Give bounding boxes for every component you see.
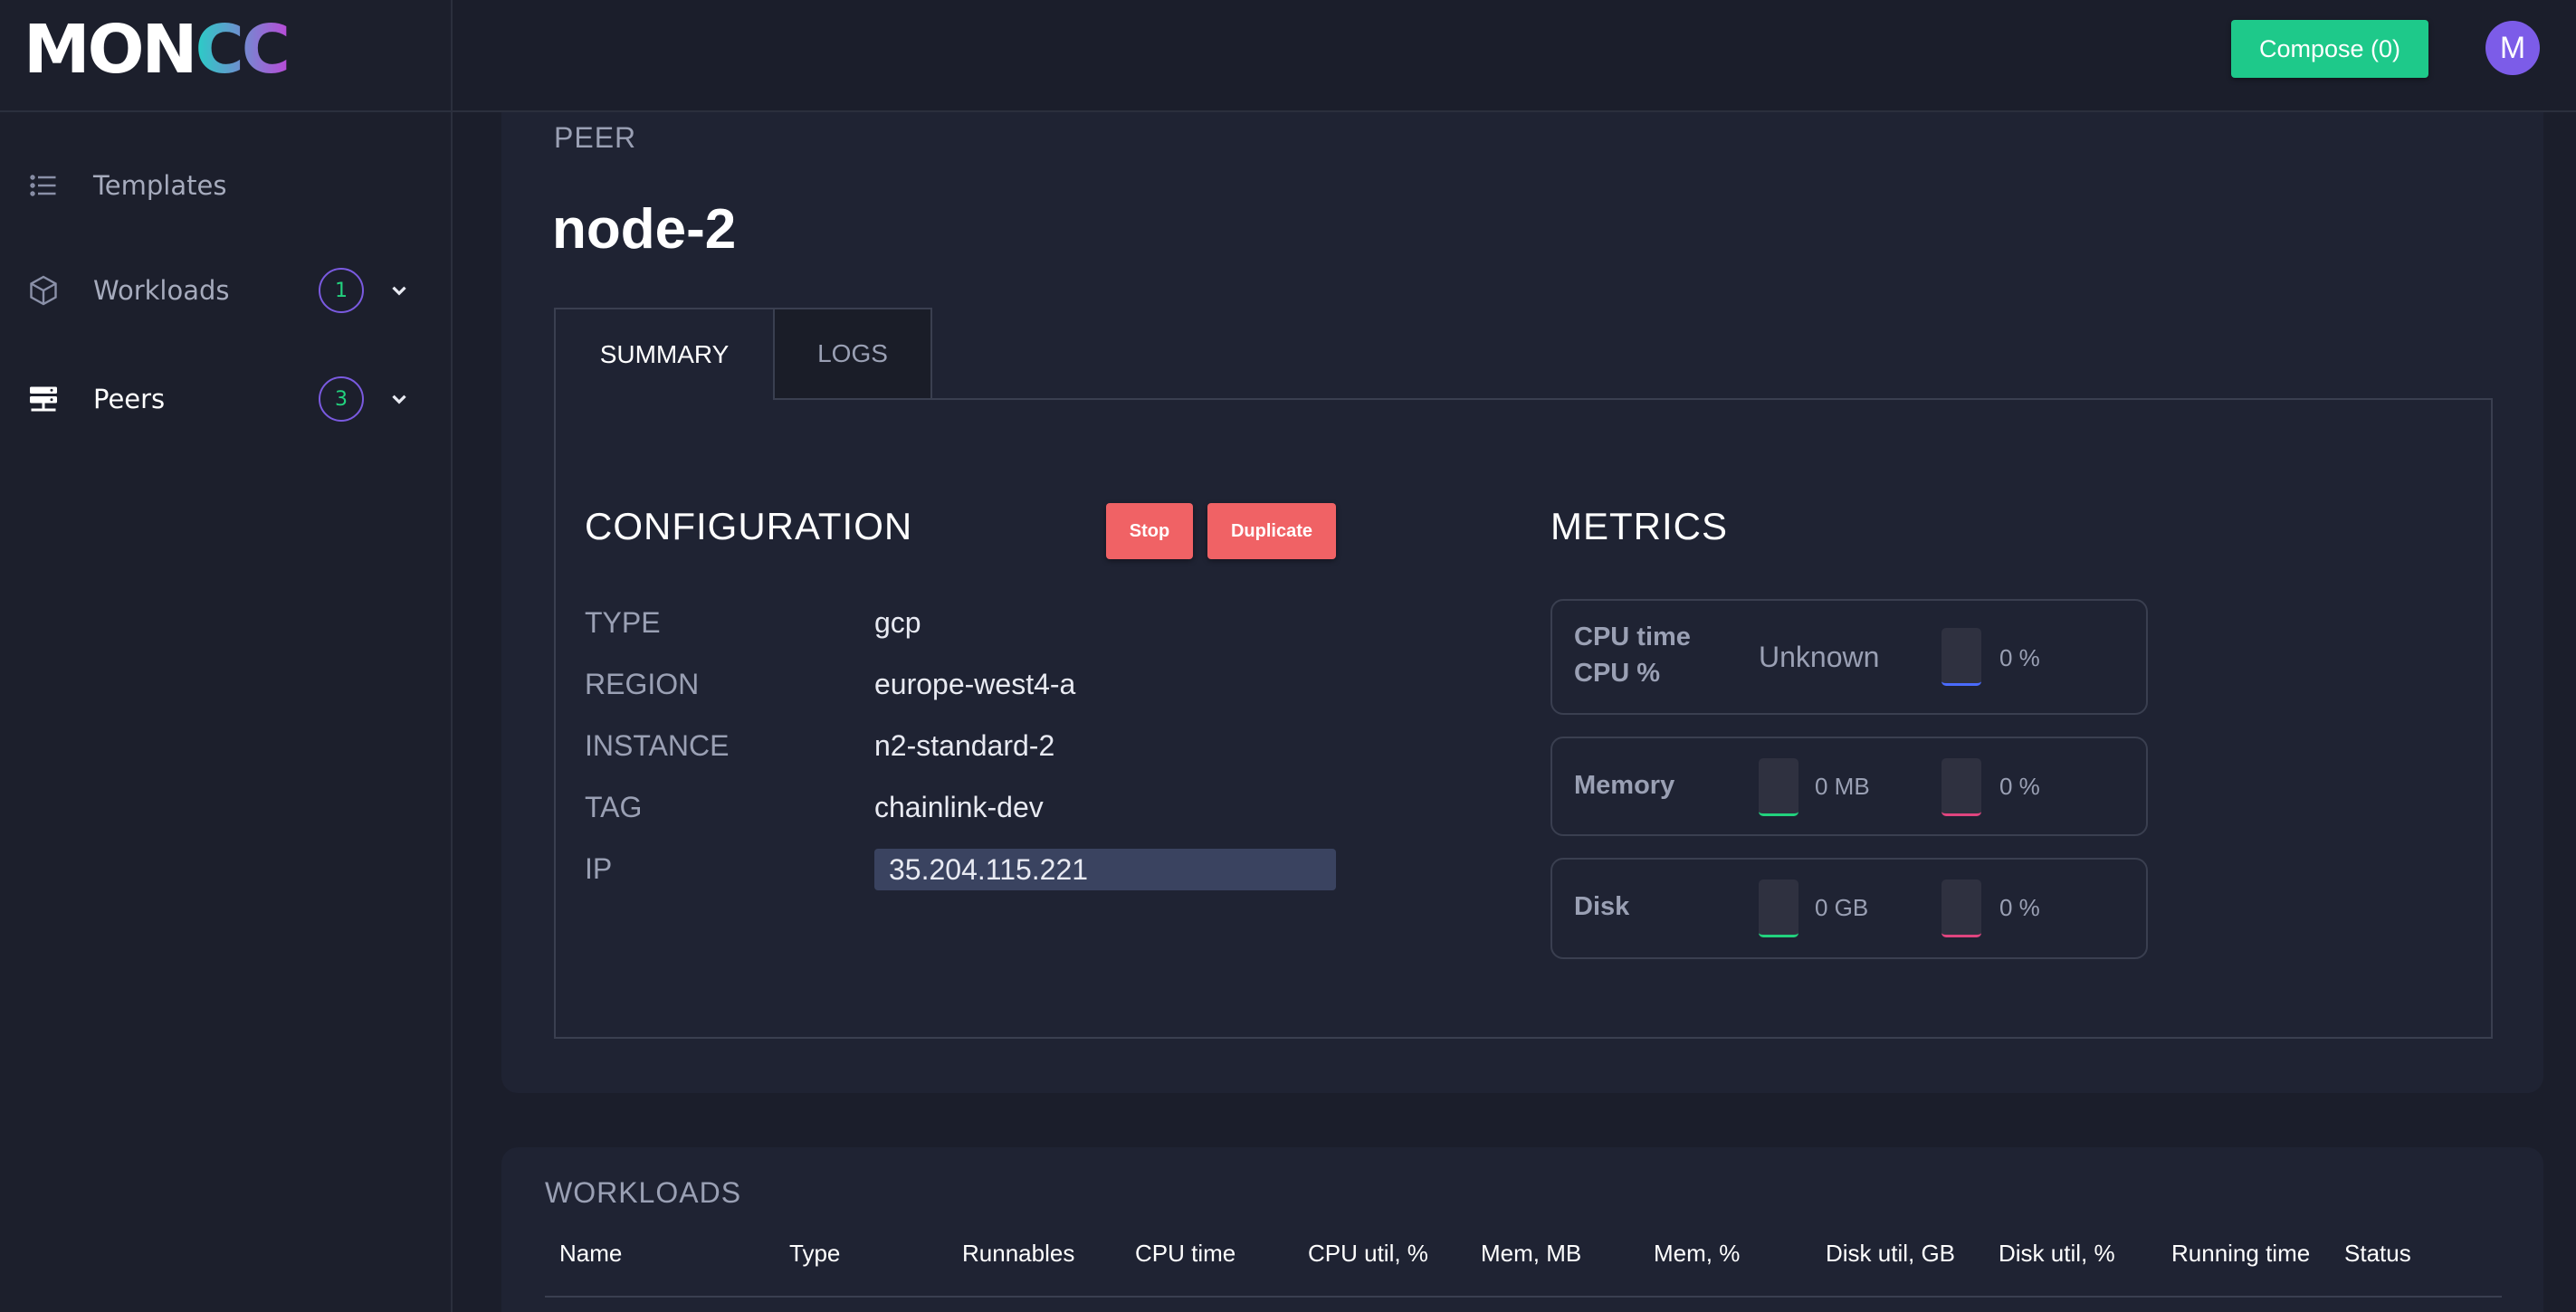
config-value-instance: n2-standard-2: [874, 729, 1055, 762]
disk-amount-gauge: [1759, 879, 1798, 937]
sidebar-item-label: Workloads: [93, 275, 230, 306]
memory-metric-card: Memory 0 MB 0 %: [1550, 737, 2148, 836]
column-header[interactable]: Status: [2344, 1240, 2411, 1268]
config-key-type: TYPE: [585, 606, 661, 639]
cpu-metric-card: CPU time CPU % Unknown 0 %: [1550, 599, 2148, 715]
config-value-tag: chainlink-dev: [874, 791, 1044, 823]
tab-summary[interactable]: SUMMARY: [554, 308, 775, 400]
table-header-divider: [545, 1296, 2502, 1298]
cpu-gauge: [1942, 628, 1981, 686]
count-badge: 3: [319, 376, 364, 422]
memory-amount-value: 0 MB: [1815, 773, 1870, 800]
disk-label: Disk: [1574, 892, 1630, 921]
sidebar-item-label: Templates: [93, 170, 227, 201]
chevron-down-icon[interactable]: [387, 387, 411, 411]
sidebar-item-templates[interactable]: Templates: [0, 149, 451, 222]
metrics-heading: METRICS: [1550, 505, 1728, 547]
memory-pct-gauge: [1942, 758, 1981, 816]
config-key-region: REGION: [585, 668, 700, 700]
chevron-down-icon[interactable]: [387, 279, 411, 302]
sidebar: MONCC Templates Workloads 1 Peers 3: [0, 0, 453, 1312]
column-header[interactable]: Runnables: [962, 1240, 1074, 1268]
cube-icon: [30, 275, 57, 306]
duplicate-button[interactable]: Duplicate: [1207, 503, 1336, 559]
logo-text-main: MON: [24, 11, 197, 89]
sidebar-item-label: Peers: [93, 384, 166, 414]
disk-amount-value: 0 GB: [1815, 894, 1869, 921]
logo-text-accent: CC: [195, 11, 291, 89]
config-key-tag: TAG: [585, 791, 643, 823]
stop-button[interactable]: Stop: [1106, 503, 1193, 559]
tab-logs[interactable]: LOGS: [773, 308, 932, 400]
disk-pct-value: 0 %: [1999, 894, 2040, 921]
ip-field[interactable]: 35.204.115.221: [874, 849, 1336, 890]
column-header[interactable]: Mem, MB: [1481, 1240, 1581, 1268]
compose-button[interactable]: Compose (0): [2231, 20, 2428, 78]
cpu-pct-value: 0 %: [1999, 644, 2040, 671]
server-icon: [30, 386, 57, 412]
summary-panel: [554, 398, 2493, 1039]
cpu-pct-label: CPU %: [1574, 659, 1661, 688]
config-key-instance: INSTANCE: [585, 729, 730, 762]
column-header[interactable]: Disk util, %: [1999, 1240, 2115, 1268]
column-header[interactable]: Disk util, GB: [1826, 1240, 1955, 1268]
memory-pct-value: 0 %: [1999, 773, 2040, 800]
configuration-heading: CONFIGURATION: [585, 505, 913, 547]
page-title: node-2: [552, 198, 737, 261]
avatar[interactable]: M: [2485, 21, 2540, 75]
workloads-heading: WORKLOADS: [545, 1176, 742, 1209]
column-header[interactable]: Name: [559, 1240, 622, 1268]
config-value-region: europe-west4-a: [874, 668, 1076, 700]
section-label: PEER: [554, 121, 637, 154]
memory-amount-gauge: [1759, 758, 1798, 816]
column-header[interactable]: CPU time: [1135, 1240, 1236, 1268]
cpu-time-value: Unknown: [1759, 641, 1880, 673]
disk-metric-card: Disk 0 GB 0 %: [1550, 858, 2148, 959]
workloads-card: [501, 1147, 2543, 1312]
memory-label: Memory: [1574, 771, 1675, 800]
column-header[interactable]: Type: [789, 1240, 840, 1268]
count-badge: 1: [319, 268, 364, 313]
logo-container: MONCC: [0, 0, 451, 112]
app-logo[interactable]: MONCC: [24, 9, 291, 90]
list-icon: [30, 175, 56, 196]
column-header[interactable]: CPU util, %: [1308, 1240, 1428, 1268]
disk-pct-gauge: [1942, 879, 1981, 937]
column-header[interactable]: Mem, %: [1654, 1240, 1740, 1268]
column-header[interactable]: Running time: [2171, 1240, 2310, 1268]
sidebar-item-peers[interactable]: Peers 3: [0, 363, 451, 435]
cpu-time-label: CPU time: [1574, 623, 1691, 651]
sidebar-item-workloads[interactable]: Workloads 1: [0, 254, 451, 327]
config-value-type: gcp: [874, 606, 921, 639]
config-key-ip: IP: [585, 852, 613, 885]
